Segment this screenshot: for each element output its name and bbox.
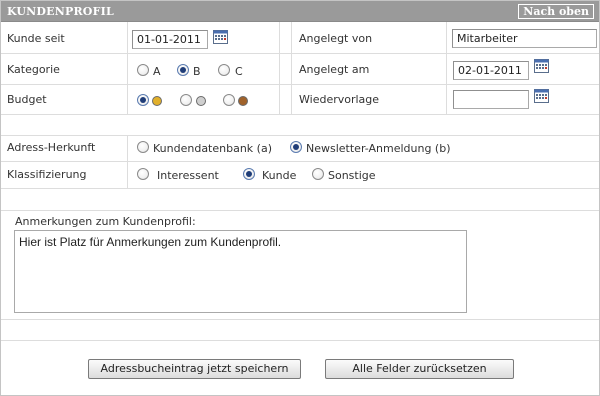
row-divider <box>1 210 599 211</box>
calendar-icon[interactable] <box>213 30 228 44</box>
row-divider <box>1 114 599 115</box>
angelegt-von-input[interactable]: Mitarbeiter <box>452 29 597 48</box>
klassifizierung-radio-interessent[interactable] <box>137 168 149 180</box>
adress-herkunft-radio-b[interactable] <box>290 141 302 153</box>
kunde-seit-input[interactable]: 01-01-2011 <box>132 30 208 49</box>
kategorie-option-c-label: C <box>235 65 243 78</box>
wiedervorlage-input[interactable] <box>453 90 529 109</box>
adress-herkunft-option-a-label: Kundendatenbank (a) <box>153 142 272 155</box>
remarks-textarea[interactable]: Hier ist Platz für Anmerkungen zum Kunde… <box>14 230 467 313</box>
column-divider <box>127 22 128 114</box>
row-divider <box>1 84 599 85</box>
adress-herkunft-label: Adress-Herkunft <box>7 141 96 154</box>
wiedervorlage-label: Wiedervorlage <box>299 93 380 106</box>
kategorie-radio-a[interactable] <box>137 64 149 76</box>
budget-bronze-dot <box>238 96 248 106</box>
kategorie-radio-b[interactable] <box>177 64 189 76</box>
row-divider <box>1 319 599 320</box>
klassifizierung-option-sonstige-label: Sonstige <box>328 169 376 182</box>
row-divider <box>1 161 599 162</box>
column-divider <box>279 22 280 114</box>
kategorie-option-a-label: A <box>153 65 161 78</box>
klassifizierung-option-interessent-label: Interessent <box>157 169 219 182</box>
budget-gold-dot <box>152 96 162 106</box>
kategorie-label: Kategorie <box>7 63 60 76</box>
calendar-icon[interactable] <box>534 59 549 73</box>
kunde-seit-label: Kunde seit <box>7 32 65 45</box>
save-button[interactable]: Adressbucheintrag jetzt speichern <box>88 359 301 379</box>
budget-label: Budget <box>7 93 47 106</box>
budget-radio-3[interactable] <box>223 94 235 106</box>
budget-radio-1[interactable] <box>137 94 149 106</box>
adress-herkunft-option-b-label: Newsletter-Anmeldung (b) <box>306 142 451 155</box>
column-divider <box>291 22 292 114</box>
row-divider <box>1 53 599 54</box>
adress-herkunft-radio-a[interactable] <box>137 141 149 153</box>
klassifizierung-radio-kunde[interactable] <box>243 168 255 180</box>
row-divider <box>1 340 599 341</box>
angelegt-von-label: Angelegt von <box>299 32 373 45</box>
angelegt-am-input[interactable]: 02-01-2011 <box>453 61 529 80</box>
section-header: KUNDENPROFIL Nach oben <box>1 1 599 22</box>
budget-radio-2[interactable] <box>180 94 192 106</box>
klassifizierung-label: Klassifizierung <box>7 168 87 181</box>
column-divider <box>446 22 447 114</box>
angelegt-am-label: Angelegt am <box>299 63 370 76</box>
calendar-icon[interactable] <box>534 89 549 103</box>
kategorie-option-b-label: B <box>193 65 201 78</box>
klassifizierung-radio-sonstige[interactable] <box>312 168 324 180</box>
section-title: KUNDENPROFIL <box>7 5 114 18</box>
budget-silver-dot <box>196 96 206 106</box>
row-divider <box>1 135 599 136</box>
row-divider <box>1 188 599 189</box>
column-divider <box>127 135 128 188</box>
customer-profile-form: KUNDENPROFIL Nach oben Kunde seit 01-01-… <box>0 0 600 396</box>
reset-button[interactable]: Alle Felder zurücksetzen <box>325 359 514 379</box>
klassifizierung-option-kunde-label: Kunde <box>262 169 297 182</box>
remarks-label: Anmerkungen zum Kundenprofil: <box>15 215 196 228</box>
back-to-top-link[interactable]: Nach oben <box>518 4 594 19</box>
kategorie-radio-c[interactable] <box>218 64 230 76</box>
